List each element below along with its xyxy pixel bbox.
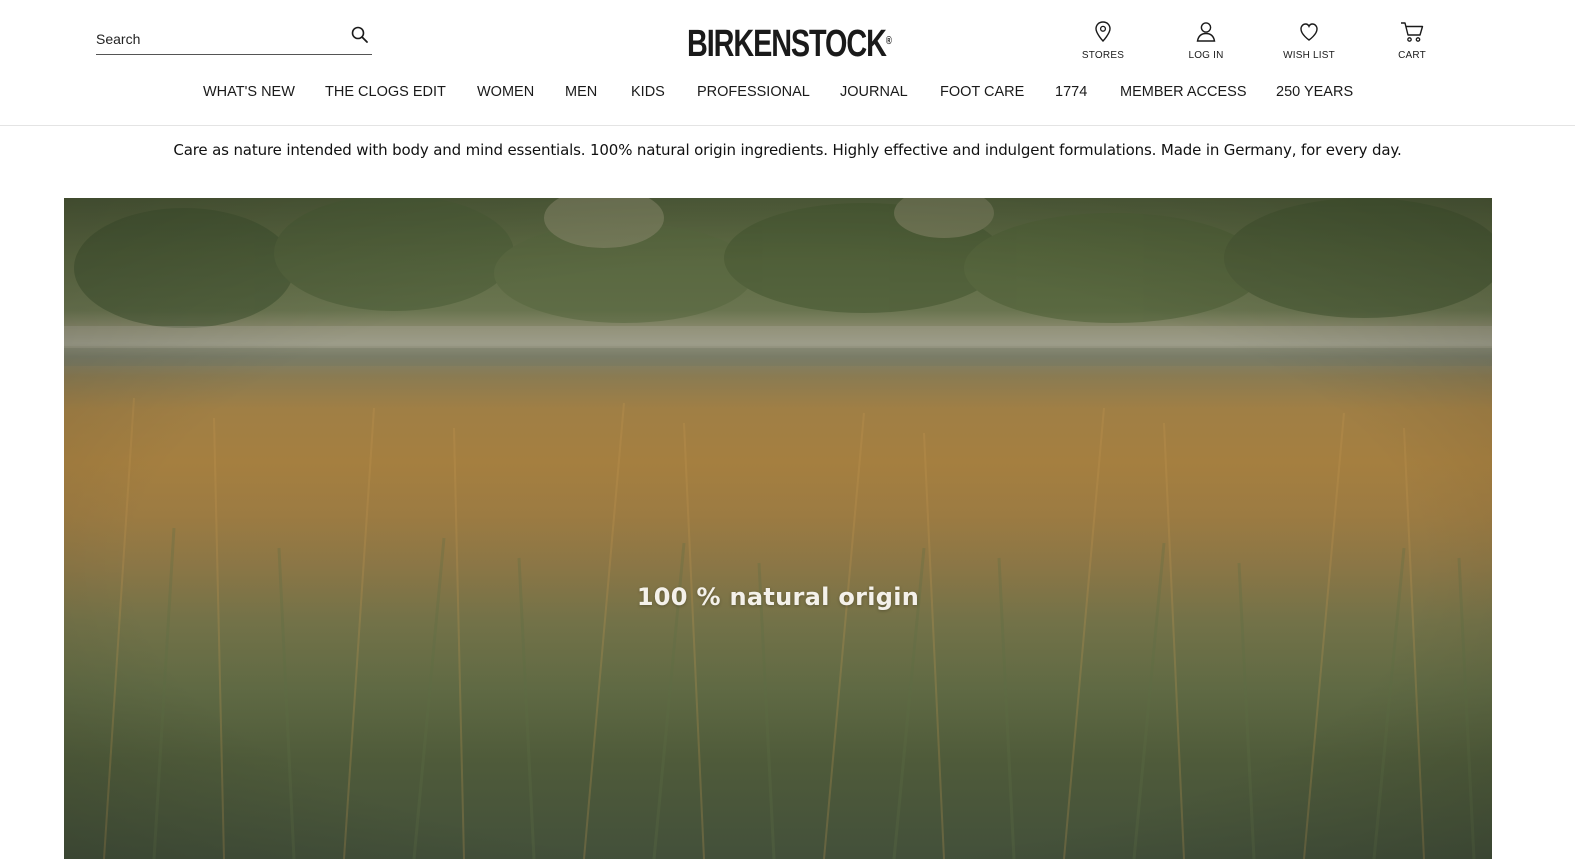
hero-nature-image: [64, 198, 1492, 859]
cart-icon: [1377, 20, 1447, 44]
nav-item-men[interactable]: MEN: [565, 80, 597, 104]
nav-item-whats-new[interactable]: WHAT'S NEW: [203, 80, 295, 104]
heart-icon: [1274, 20, 1344, 44]
cart-label: CART: [1398, 50, 1426, 61]
nav-item-journal[interactable]: JOURNAL: [840, 80, 908, 104]
search-bar: [96, 22, 372, 55]
nav-item-member-access[interactable]: MEMBER ACCESS: [1120, 80, 1247, 104]
nav-item-women[interactable]: WOMEN: [477, 80, 534, 104]
nav-item-professional[interactable]: PROFESSIONAL: [697, 80, 810, 104]
site-header: BIRKENSTOCK® STORES LOG IN WISH LIST: [0, 0, 1575, 126]
user-icon: [1171, 20, 1241, 44]
logo-wordmark: BIRKENSTOCK®: [687, 21, 892, 65]
cart-link[interactable]: CART: [1377, 20, 1447, 66]
hero-banner[interactable]: 100 % natural origin: [64, 198, 1492, 859]
nav-item-1774[interactable]: 1774: [1055, 80, 1087, 104]
search-input[interactable]: [96, 28, 336, 50]
nav-item-kids[interactable]: KIDS: [631, 80, 665, 104]
stores-label: STORES: [1081, 50, 1125, 61]
brand-logo[interactable]: BIRKENSTOCK®: [687, 23, 892, 63]
location-pin-icon: [1068, 20, 1138, 44]
login-link[interactable]: LOG IN: [1171, 20, 1241, 66]
nav-item-clogs-edit[interactable]: THE CLOGS EDIT: [325, 80, 446, 104]
nav-item-250-years[interactable]: 250 YEARS: [1276, 80, 1353, 104]
nav-item-foot-care[interactable]: FOOT CARE: [940, 80, 1024, 104]
search-icon[interactable]: [350, 25, 372, 47]
intro-tagline: Care as nature intended with body and mi…: [173, 141, 1402, 159]
wishlist-label: WISH LIST: [1283, 50, 1335, 61]
wishlist-link[interactable]: WISH LIST: [1274, 20, 1344, 66]
stores-link[interactable]: STORES: [1068, 20, 1138, 66]
hero-title: 100 % natural origin: [636, 583, 920, 611]
main-nav: WHAT'S NEW THE CLOGS EDIT WOMEN MEN KIDS…: [0, 80, 1575, 104]
login-label: LOG IN: [1188, 50, 1224, 61]
